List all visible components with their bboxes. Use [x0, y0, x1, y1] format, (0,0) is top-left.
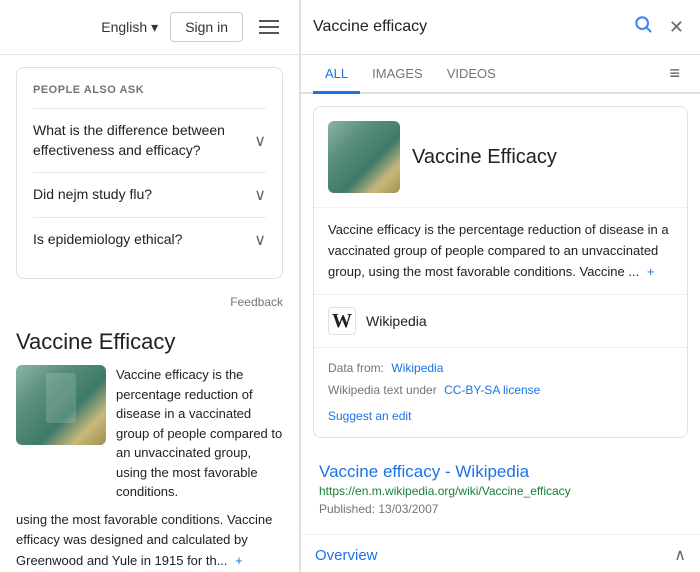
- menu-icon[interactable]: [255, 16, 283, 38]
- paa-item-3[interactable]: Is epidemiology ethical? ∨: [33, 217, 266, 262]
- tab-all[interactable]: ALL: [313, 56, 360, 94]
- result-meta: Published: 13/03/2007: [319, 502, 682, 516]
- kg-data-source: Data from: Wikipedia Wikipedia text unde…: [314, 347, 687, 437]
- more-link[interactable]: +: [235, 553, 243, 568]
- result-title[interactable]: Vaccine efficacy - Wikipedia: [319, 462, 682, 482]
- wikipedia-w-icon: W: [328, 307, 356, 335]
- suggest-edit-link[interactable]: Suggest an edit: [328, 406, 673, 428]
- right-panel: ✕ ALL IMAGES VIDEOS ≡ Vaccine Efficacy V…: [300, 0, 700, 572]
- left-panel: English ▾ Sign in PEOPLE ALSO ASK What i…: [0, 0, 300, 572]
- kg-description: Vaccine efficacy is the percentage reduc…: [314, 207, 687, 294]
- search-result: Vaccine efficacy - Wikipedia https://en.…: [305, 450, 696, 534]
- language-label: English: [101, 19, 147, 35]
- paa-question-2: Did nejm study flu?: [33, 185, 246, 205]
- kg-image: [328, 121, 400, 193]
- paa-item-1[interactable]: What is the difference between effective…: [33, 108, 266, 172]
- kg-description-text: Vaccine efficacy is the percentage reduc…: [328, 222, 669, 279]
- chevron-down-icon-2: ∨: [254, 185, 266, 205]
- kg-title: Vaccine Efficacy: [412, 146, 557, 169]
- license-label: Wikipedia text under: [328, 383, 437, 397]
- tab-images[interactable]: IMAGES: [360, 56, 435, 94]
- knowledge-card: Vaccine Efficacy Vaccine efficacy is the…: [313, 106, 688, 438]
- chevron-down-icon-3: ∨: [254, 230, 266, 250]
- search-input[interactable]: [313, 18, 621, 36]
- vaccine-full-text: using the most favorable conditions. Vac…: [16, 510, 283, 572]
- vaccine-snippet-short: Vaccine efficacy is the percentage reduc…: [116, 365, 283, 502]
- license-link[interactable]: CC-BY-SA license: [444, 383, 540, 397]
- search-tabs: ALL IMAGES VIDEOS ≡: [301, 55, 700, 94]
- vaccine-result-title: Vaccine Efficacy: [16, 329, 283, 355]
- tab-more-menu[interactable]: ≡: [661, 55, 688, 92]
- search-button[interactable]: [629, 10, 657, 44]
- sign-in-button[interactable]: Sign in: [170, 12, 243, 42]
- tab-videos[interactable]: VIDEOS: [435, 56, 508, 94]
- language-selector[interactable]: English ▾: [101, 19, 158, 36]
- paa-label: PEOPLE ALSO ASK: [33, 84, 266, 96]
- search-bar: ✕: [301, 0, 700, 55]
- vaccine-result: Vaccine Efficacy Vaccine efficacy is the…: [0, 317, 299, 572]
- data-from-link[interactable]: Wikipedia: [391, 361, 443, 375]
- vaccine-thumbnail: [16, 365, 106, 445]
- overview-section[interactable]: Overview ∧: [301, 534, 700, 572]
- close-button[interactable]: ✕: [665, 13, 688, 42]
- chevron-up-icon: ∧: [674, 545, 686, 565]
- result-url[interactable]: https://en.m.wikipedia.org/wiki/Vaccine_…: [319, 484, 682, 498]
- kg-source: W Wikipedia: [314, 294, 687, 347]
- paa-item-2[interactable]: Did nejm study flu? ∨: [33, 172, 266, 217]
- paa-question-3: Is epidemiology ethical?: [33, 230, 246, 250]
- people-also-ask-box: PEOPLE ALSO ASK What is the difference b…: [16, 67, 283, 279]
- overview-label: Overview: [315, 547, 378, 564]
- paa-question-1: What is the difference between effective…: [33, 121, 246, 160]
- left-header: English ▾ Sign in: [0, 0, 299, 55]
- feedback-label[interactable]: Feedback: [0, 291, 299, 317]
- kg-header: Vaccine Efficacy: [314, 107, 687, 207]
- kg-source-name: Wikipedia: [366, 313, 427, 329]
- chevron-down-icon: ▾: [151, 19, 158, 36]
- kg-more-link[interactable]: +: [647, 264, 655, 279]
- data-from-label: Data from:: [328, 361, 384, 375]
- chevron-down-icon-1: ∨: [254, 131, 266, 151]
- vaccine-content: Vaccine efficacy is the percentage reduc…: [16, 365, 283, 502]
